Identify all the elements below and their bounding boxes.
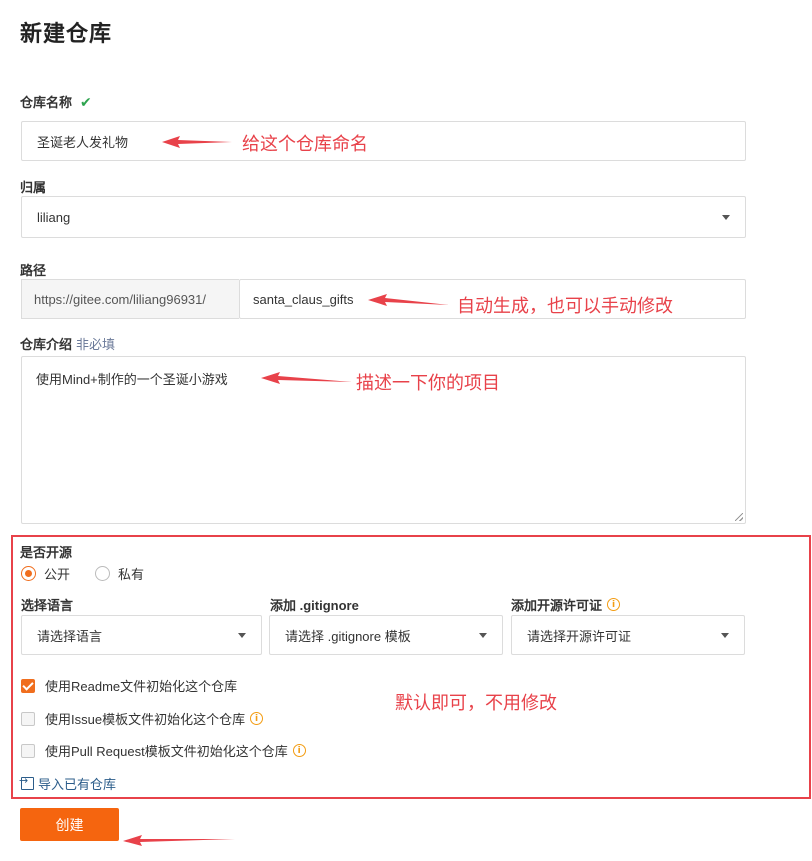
arrow-path-icon [368,294,449,306]
arrow-description-icon [261,372,352,384]
arrow-name-icon [162,136,232,148]
annotation-arrows [123,136,449,846]
arrow-create-icon [123,835,235,846]
